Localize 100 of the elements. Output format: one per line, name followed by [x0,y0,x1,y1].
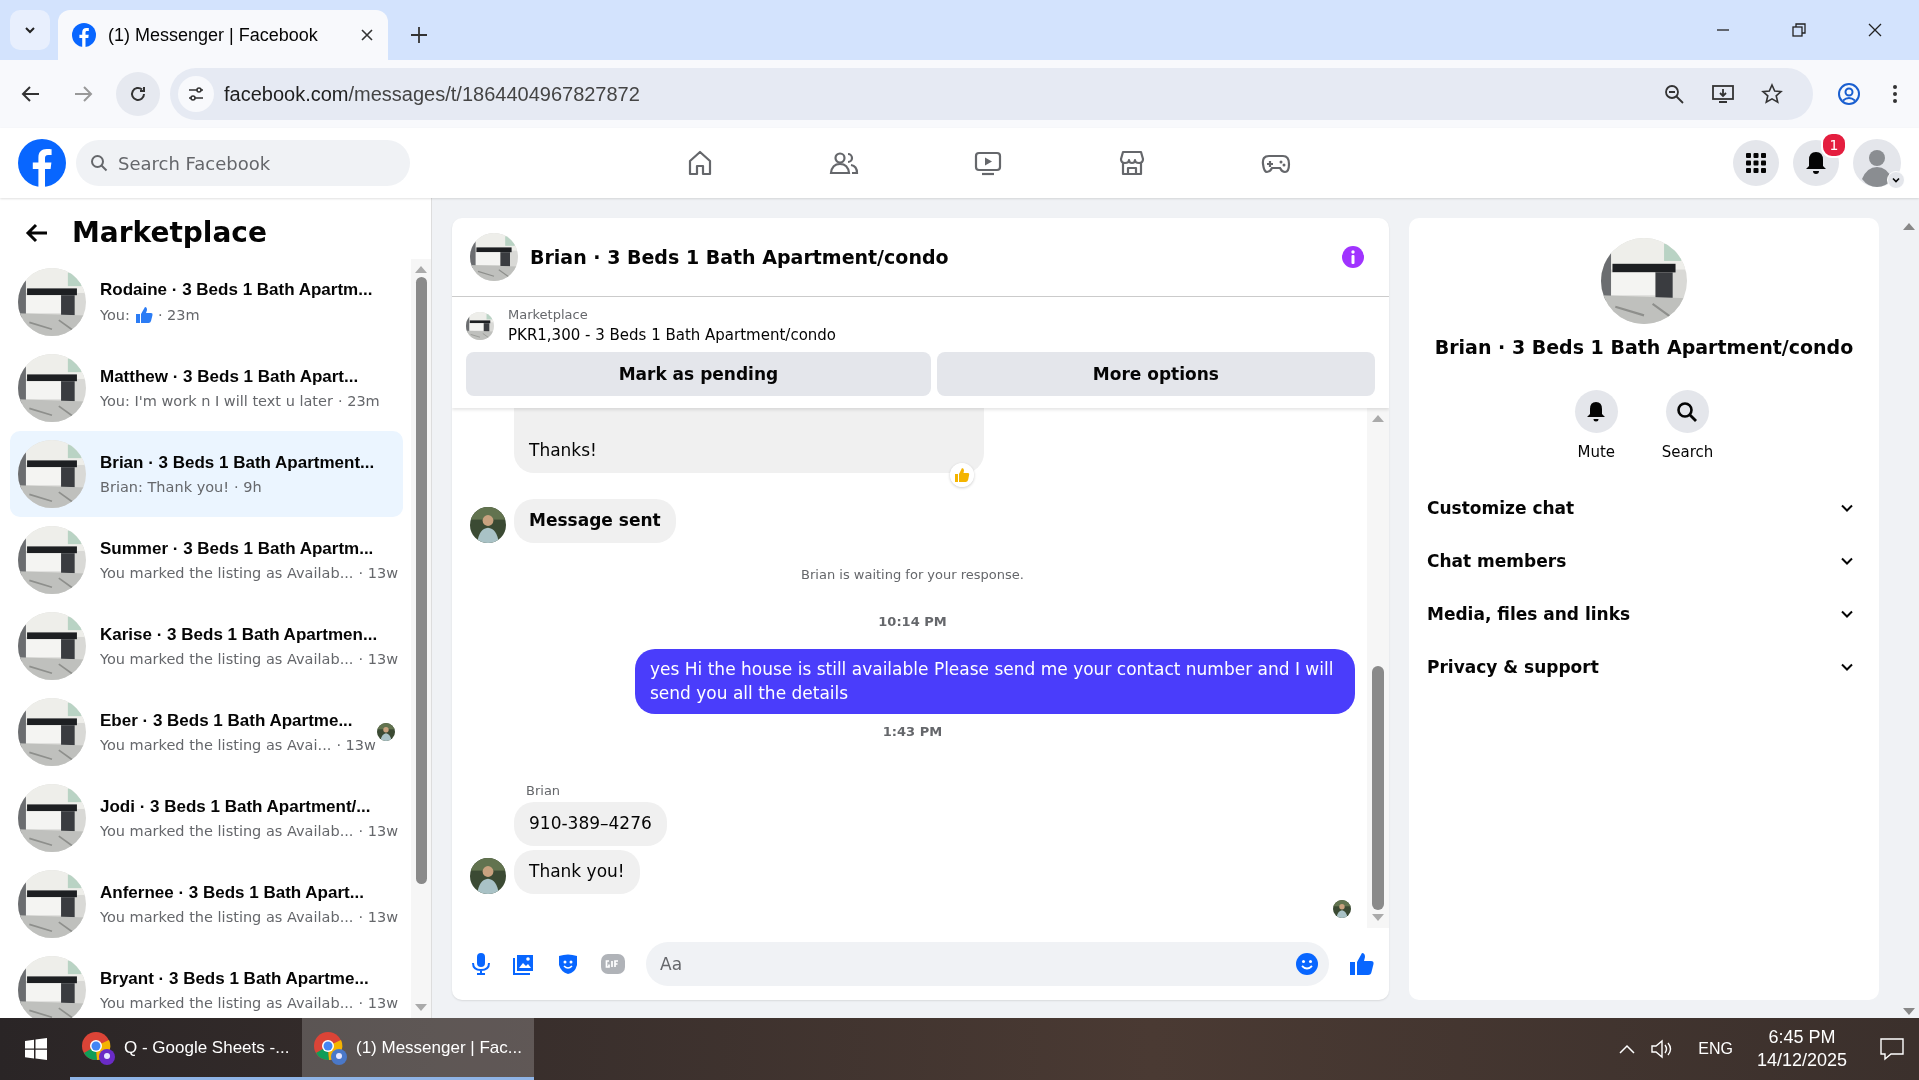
action-label: Mute [1577,443,1615,461]
section-header[interactable]: Chat members [1409,534,1879,587]
chevron-down-icon [24,24,36,36]
thumbs-up-icon[interactable] [1349,951,1375,977]
emoji-icon[interactable] [1295,952,1319,976]
conversation-name: Jodi · 3 Beds 1 Bath Apartment/... [100,797,372,817]
message-time: · 23m [337,393,380,409]
message-preview: Brian: Thank you! [100,479,230,495]
new-tab-icon[interactable] [410,26,428,44]
message-time: · 13w [336,737,376,753]
bell-icon [1586,400,1607,423]
restore-icon[interactable] [1791,22,1807,38]
message-preview: You marked the listing as Availab... [100,565,354,581]
message-preview: You marked the listing as Availab... [100,995,354,1011]
site-settings-icon[interactable] [187,85,205,103]
close-icon[interactable] [1867,22,1883,38]
star-icon[interactable] [1761,83,1783,105]
taskbar-app-label: (1) Messenger | Fac... [356,1037,522,1058]
section-header[interactable]: Customize chat [1409,481,1879,534]
chrome-icon [312,1029,348,1066]
section-header[interactable]: Privacy & support [1409,640,1879,693]
chrome-icon [80,1029,116,1066]
section-header[interactable]: Media, files and links [1409,587,1879,640]
conversation-title: Brian · 3 Beds 1 Bath Apartment/condo [1434,336,1854,358]
scroll-up-icon[interactable] [1903,222,1915,230]
reload-button[interactable] [116,72,160,116]
conversation-item[interactable]: Karise · 3 Beds 1 Bath Apartmen... You marked the listing as Availab... · 13w [10,603,403,689]
bell-icon [1805,151,1827,175]
sender-name: Brian [526,783,562,799]
conversation-name: Anfernee · 3 Beds 1 Bath Apart... [100,883,365,903]
taskbar-app-label: Q - Google Sheets -... [124,1037,290,1058]
facebook-logo-icon[interactable] [18,139,66,187]
message-timestamp: 1:43 PM [881,724,944,740]
notification-badge: 1 [1821,132,1847,158]
shop-icon[interactable] [1117,148,1147,178]
message-preview: You marked the listing as Availab... [100,651,354,667]
conversation-name: Bryant · 3 Beds 1 Bath Apartme... [100,969,370,989]
message-time: · 23m [157,307,200,323]
section-title: Customize chat [1427,497,1575,518]
listing-action-button[interactable]: Mark as pending [466,352,931,396]
menu-button[interactable] [1733,140,1779,186]
message-time: · 13w [358,909,398,925]
taskbar-app[interactable]: (1) Messenger | Fac... [302,1018,534,1080]
message-preview: You marked the listing as Availab... [100,909,354,925]
conversation-item[interactable]: Jodi · 3 Beds 1 Bath Apartment/... You marked the listing as Availab... · 13w [10,775,403,861]
microphone-icon[interactable] [470,952,492,976]
message-bubble: yes Hi the house is still available Please send me your contact number and I will send you all the details [635,648,1355,715]
conversation-item[interactable]: Rodaine · 3 Beds 1 Bath Apartm... You: · 23m [10,259,403,345]
facebook-logo-icon [72,23,96,47]
profile-icon[interactable] [1837,82,1861,106]
message-time: · 13w [358,823,398,839]
conversation-name: Rodaine · 3 Beds 1 Bath Apartm... [100,280,374,300]
message-bubble: 910-389–4276 [514,802,667,847]
scroll-down-icon[interactable] [1903,1008,1915,1016]
taskbar-app[interactable]: Q - Google Sheets -... [70,1018,302,1080]
address-bar[interactable]: facebook.com/messages/t/1864404967827872 [170,68,1813,120]
listing-title[interactable]: PKR1,300 - 3 Beds 1 Bath Apartment/condo [508,326,836,344]
action-button[interactable] [1666,390,1709,433]
search-field[interactable]: Search Facebook [76,140,410,186]
conversation-item[interactable]: Matthew · 3 Beds 1 Bath Apart... You: I'm work n I will text u later · 23m [10,345,403,431]
message-time: · 13w [358,651,398,667]
language-indicator[interactable]: ENG [1698,1040,1733,1058]
image-icon[interactable] [512,952,536,976]
conversation-name: Eber · 3 Beds 1 Bath Apartme... [100,711,354,731]
info-icon[interactable] [1341,245,1365,269]
conversation-item[interactable]: Eber · 3 Beds 1 Bath Apartme... You marked the listing as Avai... · 13w [10,689,403,775]
close-icon[interactable] [360,28,374,42]
listing-action-button[interactable]: More options [936,352,1375,396]
browser-tab[interactable]: (1) Messenger | Facebook [58,10,388,60]
message-bubble: Thanks! [514,408,984,473]
conversation-item[interactable]: Brian · 3 Beds 1 Bath Apartment... Brian: Thank you! · 9h [10,431,403,517]
message-preview: You marked the listing as Availab... [100,823,354,839]
grid-icon [1745,152,1767,174]
message-time: · 13w [358,565,398,581]
conversation-name: Matthew · 3 Beds 1 Bath Apart... [100,367,360,387]
listing-label: Marketplace [508,307,589,322]
section-title: Media, files and links [1427,603,1631,624]
notification-center-icon[interactable] [1879,1037,1905,1061]
chevron-up-icon[interactable] [1618,1043,1637,1055]
clock-time: 6:45 PM [1768,1027,1836,1048]
url-text: facebook.com/messages/t/1864404967827872 [224,82,640,106]
conversation-name: Brian · 3 Beds 1 Bath Apartment... [100,453,376,473]
clock-date: 14/12/2025 [1756,1050,1847,1071]
action-button[interactable] [1574,390,1618,433]
sticker-icon[interactable] [556,952,580,976]
install-app-icon[interactable] [1711,83,1735,105]
status-notice: Brian is waiting for your response. [800,566,1025,582]
message-preview: You: I'm work n I will text u later [100,393,333,409]
message-preview: You: [100,307,130,323]
windows-start-icon[interactable] [24,1037,48,1061]
action-label: Search [1661,443,1714,461]
message-input[interactable]: Aa [646,942,1329,986]
message-timestamp: 10:14 PM [877,613,948,629]
zoom-out-icon[interactable] [1663,83,1685,105]
conversation-item[interactable]: Anfernee · 3 Beds 1 Bath Apart... You marked the listing as Availab... · 13w [10,861,403,947]
conversation-item[interactable]: Summer · 3 Beds 1 Bath Apartm... You marked the listing as Availab... · 13w [10,517,403,603]
account-button[interactable] [1853,139,1901,187]
sidebar-title: Marketplace [72,216,267,249]
menu-icon[interactable] [1891,83,1899,105]
message-time: · 9h [234,479,262,495]
